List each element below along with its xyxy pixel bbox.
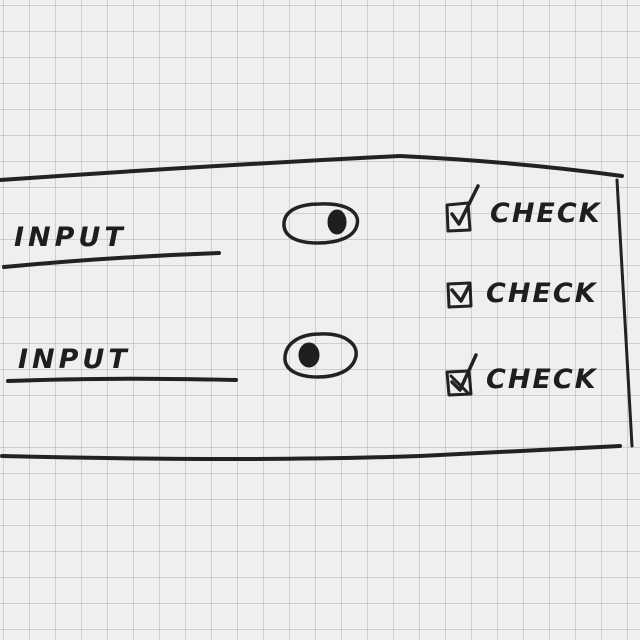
frame-right-line (615, 178, 634, 448)
frame-bottom-line (0, 444, 622, 461)
checkbox-3[interactable] (444, 352, 594, 398)
frame-top-line (0, 154, 624, 182)
text-input-1[interactable] (4, 222, 222, 270)
checkbox-1[interactable] (444, 184, 594, 234)
wireframe-sketch (0, 154, 634, 461)
checkbox-2[interactable] (444, 278, 594, 310)
text-input-2[interactable] (8, 344, 238, 384)
toggle-switch-1[interactable] (282, 200, 362, 246)
toggle-switch-2[interactable] (282, 330, 362, 380)
